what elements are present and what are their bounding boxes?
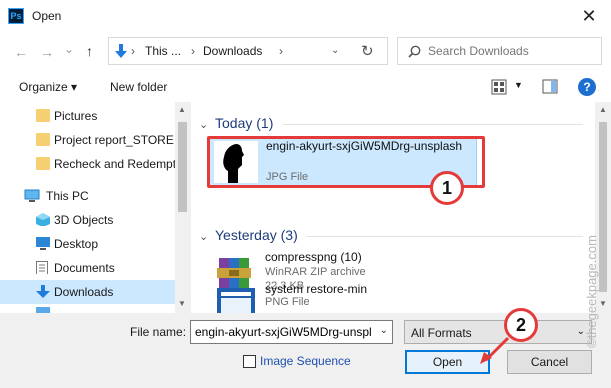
computer-icon (24, 189, 40, 202)
image-sequence-label[interactable]: Image Sequence (260, 354, 351, 368)
sidebar-item-label: Pictures (54, 109, 98, 123)
navigation-pane: Pictures Project report_STORE Recheck an… (0, 102, 190, 313)
up-arrow-icon[interactable]: ↑ (86, 43, 93, 59)
watermark-text: ©thegeekpage.com (584, 235, 599, 348)
sidebar-item-label: Desktop (54, 237, 99, 251)
back-arrow-icon[interactable]: ← (14, 44, 28, 60)
step-2-arrow (480, 336, 510, 364)
sidebar-item-pictures[interactable]: Pictures (0, 104, 175, 128)
refresh-icon[interactable]: ↻ (361, 42, 374, 60)
chevron-right-icon: › (131, 44, 135, 58)
command-toolbar: Organize ▾ New folder ▼ ? (0, 70, 611, 102)
sidebar-item-label: Project report_STORE (54, 133, 174, 147)
group-divider (283, 124, 583, 125)
downloads-icon (36, 285, 50, 298)
title-bar (0, 0, 611, 32)
file-format-value: All Formats (411, 326, 472, 340)
view-options-icon[interactable] (491, 79, 507, 95)
sidebar-item-label: Documents (54, 261, 115, 275)
cancel-button[interactable]: Cancel (507, 350, 592, 374)
image-sequence-checkbox[interactable] (243, 355, 256, 368)
collapse-group-icon[interactable]: ⌄ (199, 118, 208, 131)
sidebar-item-desktop[interactable]: Desktop (0, 232, 175, 256)
organize-menu-button[interactable]: Organize ▾ (19, 80, 77, 94)
collapse-group-icon[interactable]: ⌄ (199, 230, 208, 243)
forward-arrow-icon[interactable]: → (40, 44, 54, 60)
chevron-down-icon[interactable]: ⌄ (380, 325, 388, 336)
scroll-up-icon[interactable]: ▲ (599, 105, 607, 114)
watermark: ©thegeekpage.com (584, 235, 599, 348)
view-menu-chevron-icon[interactable]: ▼ (514, 80, 523, 90)
scroll-down-icon[interactable]: ▼ (599, 299, 607, 308)
address-bar[interactable]: › This ... › Downloads › ⌄ ↻ (108, 37, 388, 65)
file-type: WinRAR ZIP archive (265, 266, 366, 278)
photoshop-app-icon: Ps (8, 8, 24, 24)
search-icon (408, 45, 421, 58)
sidebar-item-recheck[interactable]: Recheck and Redempt (0, 152, 177, 176)
preview-pane-icon[interactable] (542, 79, 558, 94)
folder-icon (36, 157, 50, 170)
folder-icon (36, 109, 50, 122)
image-thumbnail (217, 288, 255, 313)
scroll-up-icon[interactable]: ▲ (178, 105, 186, 114)
group-divider (306, 236, 583, 237)
sidebar-item-this-pc[interactable]: This PC (0, 184, 175, 208)
downloads-arrow-icon (115, 44, 127, 58)
sidebar-item-documents[interactable]: Documents (0, 256, 175, 280)
sidebar-item-label: 3D Objects (54, 213, 114, 227)
sidebar-item-downloads[interactable]: Downloads (0, 280, 175, 304)
new-folder-button[interactable]: New folder (110, 80, 167, 94)
search-input[interactable] (428, 43, 598, 59)
window-title: Open (32, 9, 62, 23)
file-type: PNG File (265, 296, 310, 308)
recent-locations-chevron-icon[interactable]: ⌄ (64, 41, 74, 57)
scrollbar-thumb[interactable] (178, 122, 187, 212)
search-box[interactable] (397, 37, 602, 65)
close-button[interactable]: ✕ (574, 2, 604, 30)
chevron-right-icon: › (279, 44, 283, 58)
sidebar-item-label: Downloads (54, 285, 114, 299)
navigation-pane-scrollbar[interactable]: ▲ ▼ (175, 102, 190, 313)
documents-icon (36, 261, 48, 274)
chevron-right-icon: › (191, 44, 195, 58)
breadcrumb-this-pc[interactable]: This ... (145, 44, 181, 58)
file-item-system-restore[interactable]: system restore-min PNG File (209, 280, 477, 313)
sidebar-item-label: Recheck and Redempt (54, 157, 177, 171)
file-name-combobox[interactable]: ⌄ (190, 320, 393, 344)
address-history-chevron-icon[interactable]: ⌄ (331, 45, 339, 56)
sidebar-item-project-report[interactable]: Project report_STORE (0, 128, 175, 152)
scroll-down-icon[interactable]: ▼ (178, 299, 186, 308)
3d-objects-icon (36, 213, 50, 226)
sidebar-item-3d-objects[interactable]: 3D Objects (0, 208, 175, 232)
group-header-today[interactable]: Today (1) (215, 115, 273, 131)
sidebar-item-label: This PC (46, 189, 89, 203)
file-name: compresspng (10) (265, 250, 362, 264)
file-name-input[interactable] (195, 325, 375, 339)
help-button[interactable]: ? (578, 78, 596, 96)
scrollbar-thumb[interactable] (599, 122, 607, 292)
group-header-yesterday[interactable]: Yesterday (3) (215, 227, 298, 243)
folder-icon (36, 133, 50, 146)
file-name: system restore-min (265, 282, 368, 296)
step-1-badge: 1 (430, 171, 464, 205)
file-list-pane: ⌄ Today (1) engin-akyurt-sxjGiW5MDrg-uns… (191, 102, 595, 313)
file-name-label: File name: (130, 325, 187, 339)
breadcrumb-downloads[interactable]: Downloads (203, 44, 262, 58)
desktop-icon (36, 237, 50, 250)
